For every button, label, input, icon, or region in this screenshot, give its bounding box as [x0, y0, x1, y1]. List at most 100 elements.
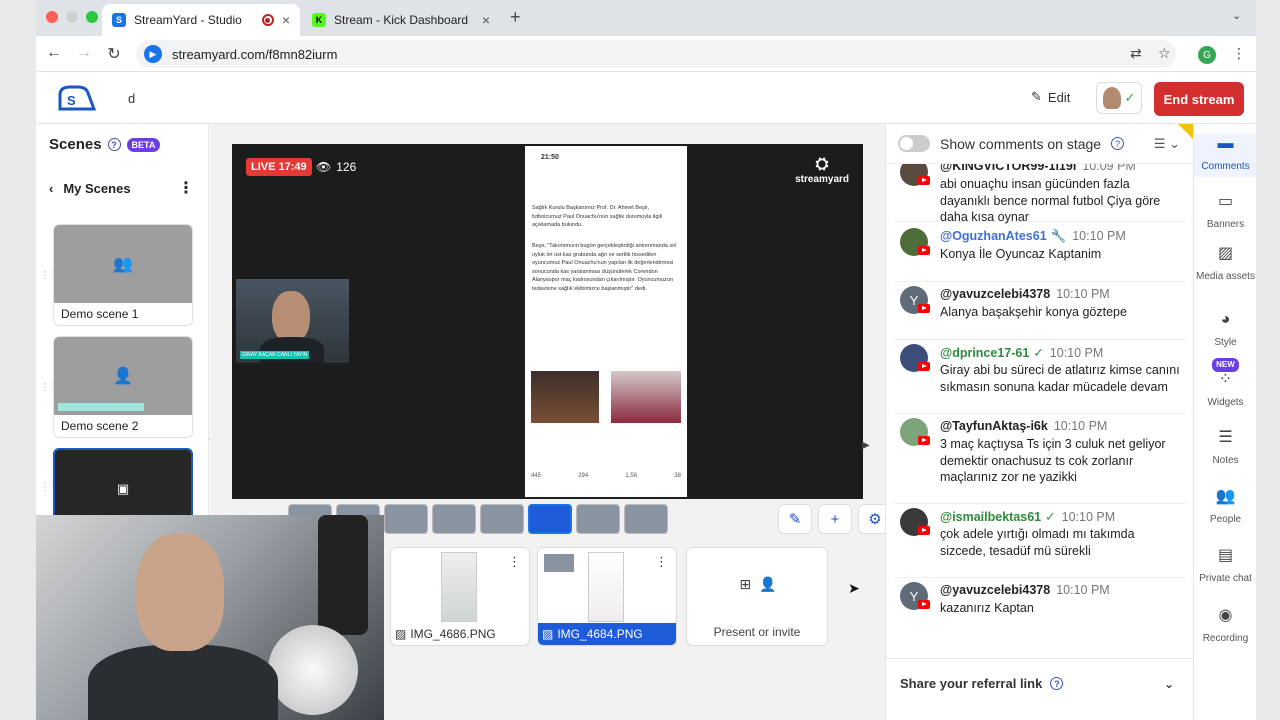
- moderator-wrench-icon: 🔧: [1050, 229, 1067, 243]
- widgets-icon: ⁘: [1218, 371, 1233, 388]
- streamyard-logo-icon[interactable]: S: [56, 83, 96, 113]
- comment-item[interactable]: Y @yavuzcelebi4378 10:10 PM kazanırız Kap…: [894, 580, 1186, 636]
- minimize-window-button[interactable]: [66, 11, 78, 23]
- presenter-webcam-overlay: [36, 515, 384, 720]
- chevron-left-icon[interactable]: ‹: [49, 181, 53, 196]
- broadcast-title[interactable]: d: [128, 91, 135, 106]
- rail-widgets[interactable]: NEW ⁘ Widgets: [1194, 358, 1256, 409]
- person-body: [260, 337, 324, 363]
- right-icon-rail: ▬ Comments ▭ Banners ▨ Media assets ◕ St…: [1193, 124, 1256, 720]
- scene-card-2[interactable]: 👤 Demo scene 2: [53, 336, 193, 438]
- youtube-icon: [918, 362, 930, 371]
- news-image: [531, 371, 599, 423]
- referral-link-section[interactable]: Share your referral link ? ⌄: [886, 658, 1194, 708]
- show-comments-toggle[interactable]: [898, 135, 930, 152]
- rail-notes[interactable]: ☰ Notes: [1194, 429, 1256, 467]
- notes-icon: ☰: [1218, 429, 1233, 446]
- address-bar[interactable]: ▶ streamyard.com/f8mn82iurm: [136, 40, 1176, 68]
- streamyard-favicon-icon: S: [112, 13, 126, 27]
- comment-item[interactable]: @ismailbektas61 ✓ 10:10 PM çok adele yırtı…: [894, 506, 1186, 578]
- layout-leader-button[interactable]: [384, 504, 428, 534]
- browser-menu-icon[interactable]: ⋮: [1232, 45, 1246, 62]
- site-info-icon[interactable]: ▶: [144, 45, 162, 63]
- expand-panel-icon[interactable]: ▶: [862, 440, 870, 451]
- comment-item[interactable]: @OguzhanAtes61 🔧 10:10 PM Konya İle Oyunca…: [894, 226, 1186, 282]
- maximize-window-button[interactable]: [86, 11, 98, 23]
- comments-panel: Show comments on stage ? ☰ ⌄ @KINGVICTOR…: [885, 124, 1194, 720]
- rail-people[interactable]: 👥 People: [1194, 489, 1256, 526]
- add-layout-button[interactable]: +: [818, 504, 852, 534]
- rail-style[interactable]: ◕ Style: [1194, 312, 1256, 349]
- viewer-count: 👁 126: [316, 160, 357, 174]
- rail-private-chat[interactable]: ▤ Private chat: [1194, 547, 1256, 585]
- new-badge: NEW: [1212, 358, 1239, 372]
- destination-avatar[interactable]: ✓: [1096, 82, 1142, 114]
- youtube-icon: [918, 436, 930, 445]
- verified-check-icon: ✓: [1045, 510, 1056, 524]
- comments-icon: ▬: [1217, 135, 1234, 152]
- shared-screenshot: 21:50 Sağlık Kurulu Başkanımız Prof. Dr.…: [525, 146, 687, 497]
- chevron-down-icon[interactable]: ⌄: [1164, 677, 1174, 691]
- tab-strip: S StreamYard - Studio × K Stream - Kick …: [36, 0, 1256, 36]
- close-tab-icon[interactable]: ×: [282, 12, 290, 28]
- reload-button[interactable]: ↻: [104, 44, 124, 64]
- new-tab-button[interactable]: +: [510, 7, 521, 28]
- layout-screen-button[interactable]: [528, 504, 572, 534]
- my-scenes-header[interactable]: ‹ My Scenes ⋮: [49, 178, 194, 198]
- invite-person-icon: 👤: [759, 576, 777, 592]
- more-options-icon[interactable]: ⋮: [178, 178, 194, 198]
- help-icon[interactable]: ?: [1111, 137, 1125, 150]
- youtube-icon: [918, 600, 930, 609]
- rail-comments[interactable]: ▬ Comments: [1194, 134, 1256, 177]
- forward-button[interactable]: →: [74, 44, 94, 62]
- guest-camera-feed[interactable]: GIRAY KAÇAR CANLI YAYIN: [236, 279, 349, 363]
- rail-media-assets[interactable]: ▨ Media assets: [1194, 245, 1256, 283]
- media-asset-card[interactable]: ⋮ ▨ IMG_4686.PNG: [390, 547, 530, 646]
- comment-item[interactable]: @TayfunAktaş-i6k 10:10 PM 3 maç kaçtıysa …: [894, 416, 1186, 504]
- rail-recording[interactable]: ◉ Recording: [1194, 607, 1256, 645]
- edit-layout-button[interactable]: ✎: [778, 504, 812, 534]
- tab-search-chevron-icon[interactable]: ⌄: [1232, 9, 1241, 22]
- help-icon[interactable]: ?: [107, 138, 121, 151]
- more-options-icon[interactable]: ⋮: [655, 554, 668, 570]
- football: [268, 625, 358, 715]
- bookmark-star-icon[interactable]: ☆: [1158, 45, 1171, 62]
- translate-icon[interactable]: ⇄: [1130, 45, 1142, 62]
- layout-sidebar-button[interactable]: [432, 504, 476, 534]
- layout-full-button[interactable]: [624, 504, 668, 534]
- person-face: [136, 533, 224, 651]
- scene-card-1[interactable]: 👥 Demo scene 1: [53, 224, 193, 326]
- youtube-icon: [918, 246, 930, 255]
- recording-icon: ◉: [1218, 607, 1233, 624]
- screen-bezel-right: [1256, 0, 1280, 720]
- browser-window: S StreamYard - Studio × K Stream - Kick …: [36, 0, 1256, 720]
- comment-item[interactable]: @KINGVICTOR99-1l19l 10:09 PM abi onuaçhu …: [894, 164, 1186, 224]
- tab-kick-dashboard[interactable]: K Stream - Kick Dashboard ×: [302, 4, 500, 36]
- present-or-invite-card[interactable]: ⊞ 👤 Present or invite: [686, 547, 828, 646]
- layout-split-button[interactable]: [480, 504, 524, 534]
- layout-pip-button[interactable]: [576, 504, 620, 534]
- tab-streamyard[interactable]: S StreamYard - Studio ×: [102, 4, 300, 36]
- filter-settings-icon[interactable]: ☰ ⌄: [1154, 136, 1180, 152]
- media-icon: ▨: [1217, 245, 1234, 262]
- close-tab-icon[interactable]: ×: [482, 12, 490, 28]
- comment-item[interactable]: @dprince17-61 ✓ 10:10 PM Giray abi bu süre…: [894, 342, 1186, 414]
- close-window-button[interactable]: [46, 11, 58, 23]
- comment-item[interactable]: Y @yavuzcelebi4378 10:10 PM Alanya başakş…: [894, 284, 1186, 340]
- profile-avatar[interactable]: G: [1198, 46, 1216, 64]
- scenes-header: Scenes ? BETA: [49, 136, 161, 153]
- youtube-icon: [918, 176, 930, 185]
- banner-strip: [58, 403, 144, 411]
- checkmark-icon: ✓: [1124, 90, 1136, 105]
- back-button[interactable]: ←: [44, 44, 64, 62]
- kick-favicon-icon: K: [312, 13, 326, 27]
- more-options-icon[interactable]: ⋮: [508, 554, 521, 570]
- help-icon[interactable]: ?: [1050, 677, 1064, 690]
- edit-button[interactable]: ✎ Edit: [1031, 89, 1070, 105]
- private-chat-icon: ▤: [1217, 547, 1234, 564]
- end-stream-button[interactable]: End stream: [1154, 82, 1244, 116]
- stage-preview: LIVE 17:49 👁 126 ⛭ streamyard GIRAY KAÇA…: [232, 144, 863, 499]
- rail-banners[interactable]: ▭ Banners: [1194, 194, 1256, 231]
- media-asset-card-selected[interactable]: ⋮ ▨ IMG_4684.PNG: [537, 547, 677, 646]
- screen-share-icon: ▣: [116, 481, 130, 496]
